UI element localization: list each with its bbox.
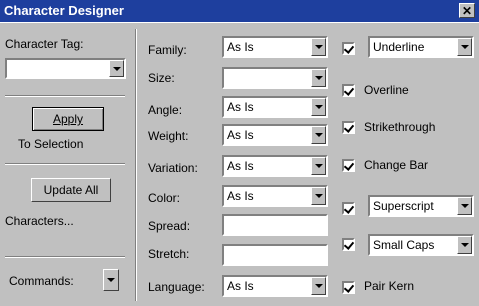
pair-kern-checkbox[interactable] [342, 281, 355, 294]
underline-checkbox[interactable] [342, 42, 355, 55]
family-label: Family: [148, 43, 187, 57]
small-caps-dropdown[interactable]: Small Caps [368, 234, 474, 256]
chevron-down-icon[interactable] [311, 187, 326, 205]
strikethrough-label[interactable]: Strikethrough [364, 120, 435, 134]
overline-label[interactable]: Overline [364, 83, 409, 97]
dialog-body: Character Tag: Apply To Selection Update… [0, 22, 479, 306]
divider [5, 95, 125, 97]
chevron-down-icon[interactable] [311, 277, 326, 295]
characters-label: Characters... [5, 214, 74, 228]
title-bar: Character Designer ✕ [0, 0, 479, 22]
family-value: As Is [227, 40, 254, 54]
small-caps-checkbox[interactable] [342, 238, 355, 251]
superscript-dropdown[interactable]: Superscript [368, 195, 474, 217]
angle-label: Angle: [148, 103, 183, 117]
update-all-label: Update All [43, 183, 99, 197]
variation-value: As Is [227, 159, 254, 173]
weight-value: As Is [227, 128, 254, 142]
size-label: Size: [148, 71, 175, 85]
divider [5, 163, 125, 165]
color-value: As Is [227, 189, 254, 203]
change-bar-checkbox[interactable] [342, 159, 355, 172]
chevron-down-icon[interactable] [311, 157, 326, 175]
language-label: Language: [148, 280, 205, 294]
column-divider [135, 29, 137, 301]
chevron-down-icon[interactable] [457, 38, 472, 56]
chevron-down-icon[interactable] [311, 126, 326, 144]
angle-value: As Is [227, 100, 254, 114]
size-dropdown[interactable] [222, 67, 328, 89]
stretch-label: Stretch: [148, 247, 190, 261]
superscript-value: Superscript [373, 199, 434, 213]
underline-dropdown[interactable]: Underline [368, 36, 474, 58]
chevron-down-icon[interactable] [457, 236, 472, 254]
pair-kern-label[interactable]: Pair Kern [364, 279, 414, 293]
close-icon: ✕ [461, 4, 473, 18]
strikethrough-checkbox[interactable] [342, 121, 355, 134]
apply-label: Apply [52, 112, 84, 126]
chevron-down-icon[interactable] [457, 197, 472, 215]
window-title: Character Designer [4, 3, 124, 18]
weight-dropdown[interactable]: As Is [222, 124, 328, 146]
variation-label: Variation: [148, 161, 198, 175]
spread-label: Spread: [148, 219, 191, 233]
close-button[interactable]: ✕ [459, 3, 475, 18]
angle-dropdown[interactable]: As Is [222, 96, 328, 118]
spread-field[interactable] [222, 214, 328, 236]
superscript-checkbox[interactable] [342, 202, 355, 215]
chevron-down-icon[interactable] [311, 38, 326, 56]
color-dropdown[interactable]: As Is [222, 185, 328, 207]
chevron-down-icon[interactable] [311, 98, 326, 116]
character-tag-dropdown[interactable] [5, 58, 126, 79]
character-tag-label: Character Tag: [5, 37, 84, 51]
apply-button[interactable]: Apply [32, 107, 104, 131]
language-value: As Is [227, 279, 254, 293]
stretch-field[interactable] [222, 244, 328, 266]
commands-label: Commands: [9, 274, 74, 288]
chevron-down-icon[interactable] [311, 69, 326, 87]
divider [5, 256, 125, 258]
to-selection-label: To Selection [18, 137, 84, 151]
chevron-down-icon[interactable] [109, 60, 124, 77]
family-dropdown[interactable]: As Is [222, 36, 328, 58]
commands-button[interactable] [103, 269, 119, 291]
weight-label: Weight: [148, 129, 189, 143]
underline-value: Underline [373, 40, 425, 54]
change-bar-label[interactable]: Change Bar [364, 158, 428, 172]
update-all-button[interactable]: Update All [31, 178, 111, 202]
variation-dropdown[interactable]: As Is [222, 155, 328, 177]
language-dropdown[interactable]: As Is [222, 275, 328, 297]
small-caps-value: Small Caps [373, 238, 435, 252]
overline-checkbox[interactable] [342, 84, 355, 97]
chevron-down-icon [107, 278, 115, 282]
color-label: Color: [148, 191, 181, 205]
